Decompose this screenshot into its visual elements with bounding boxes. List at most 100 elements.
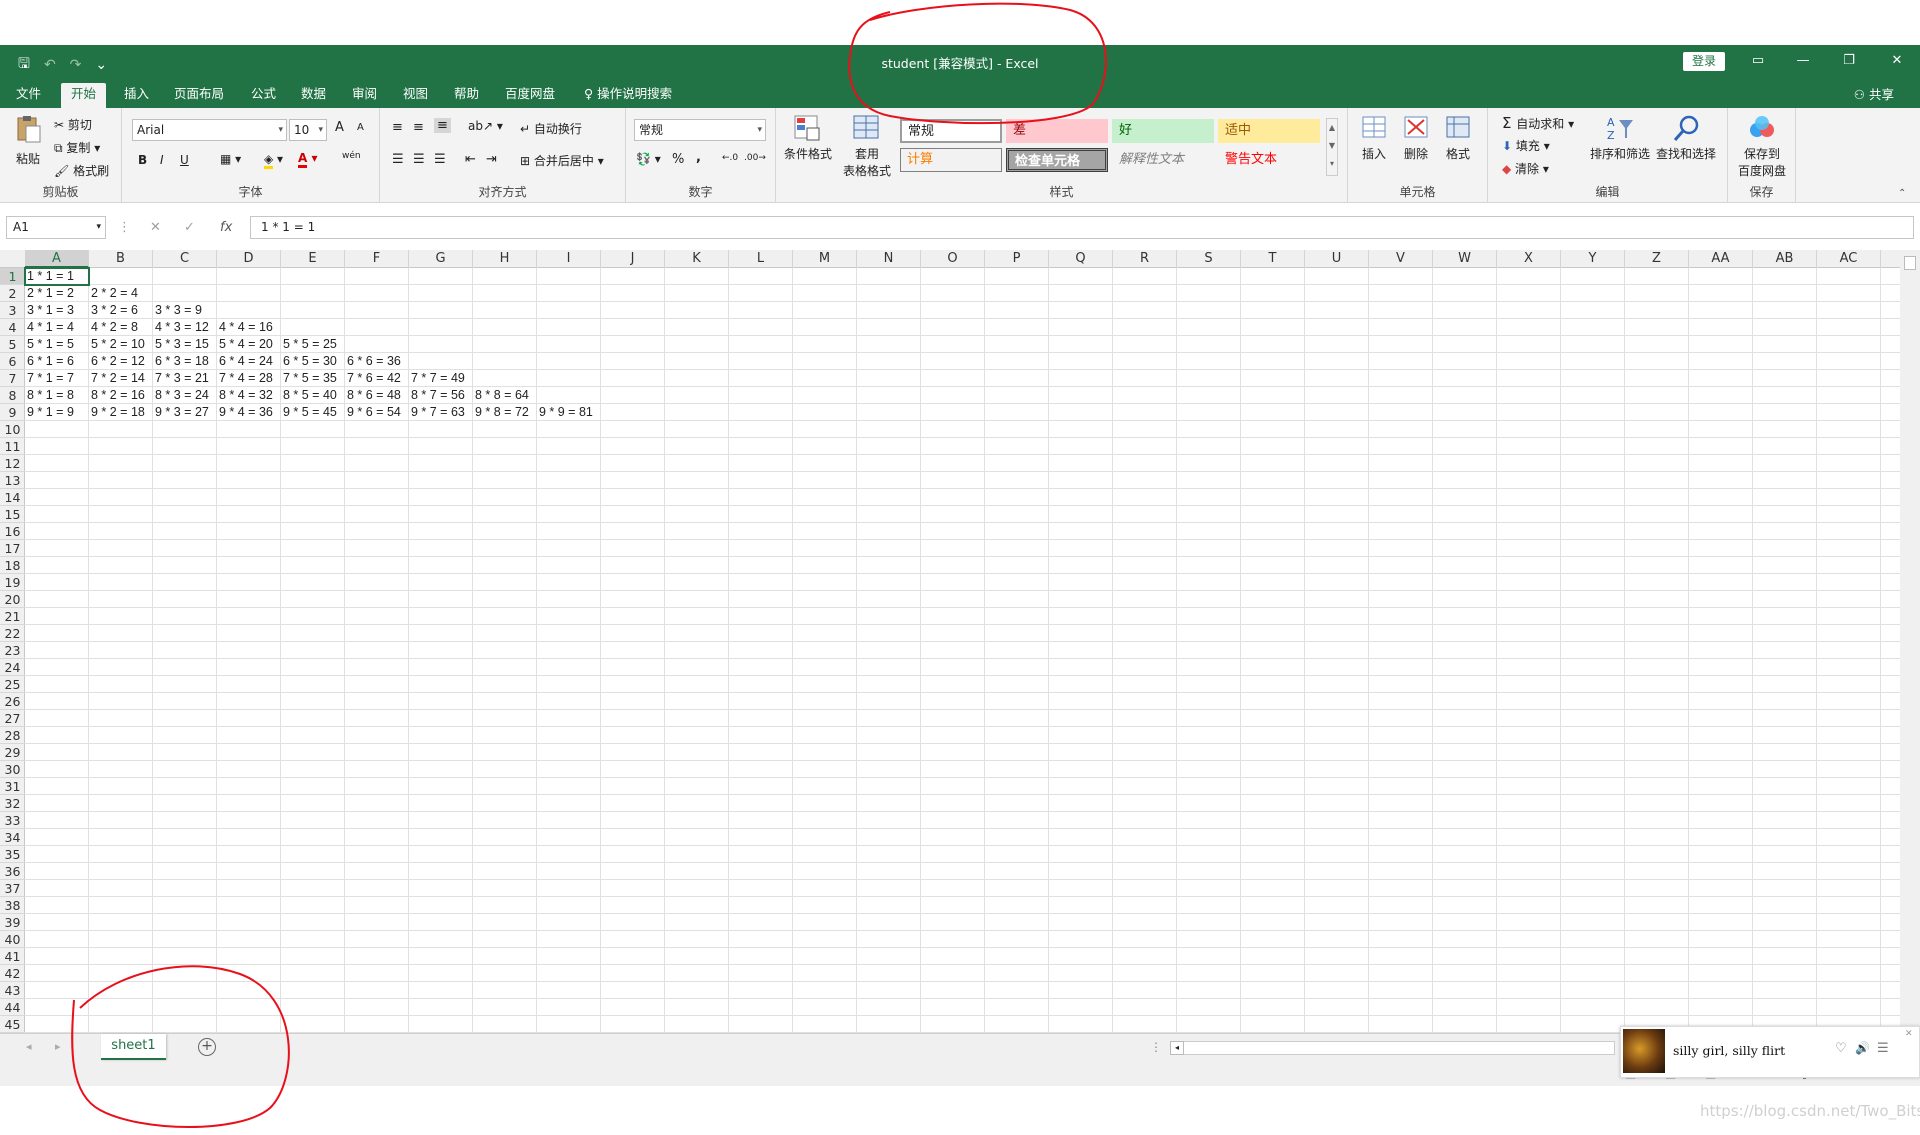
grow-font-button[interactable]: A xyxy=(335,120,344,135)
style-explanatory[interactable]: 解释性文本 xyxy=(1112,148,1214,172)
column-header-k[interactable]: K xyxy=(665,250,729,268)
worksheet-grid[interactable]: A B C D E F G H I J K L M N O P Q R S T U V W X Y Z AA AB AC 1234567… xyxy=(0,250,1900,1033)
column-header-i[interactable]: I xyxy=(537,250,601,268)
cell-b9[interactable]: 9 * 2 = 18 xyxy=(89,404,145,421)
format-painter-button[interactable]: 🖌 格式刷 xyxy=(54,162,109,179)
row-header-22[interactable]: 22 xyxy=(0,625,25,642)
formula-bar-dots-icon[interactable]: ⋮ xyxy=(118,220,131,235)
tab-home[interactable]: 开始 xyxy=(61,83,106,108)
tab-data[interactable]: 数据 xyxy=(295,83,332,108)
cell-b6[interactable]: 6 * 2 = 12 xyxy=(89,353,145,370)
cell-c7[interactable]: 7 * 3 = 21 xyxy=(153,370,209,387)
formula-input[interactable]: 1 * 1 = 1 xyxy=(250,216,1914,239)
row-header-19[interactable]: 19 xyxy=(0,574,25,591)
ribbon-display-icon[interactable]: ▭ xyxy=(1747,51,1769,71)
cell-c5[interactable]: 5 * 3 = 15 xyxy=(153,336,209,353)
cell-c9[interactable]: 9 * 3 = 27 xyxy=(153,404,209,421)
row-header-2[interactable]: 2 xyxy=(0,285,25,302)
column-header-s[interactable]: S xyxy=(1177,250,1241,268)
row-header-36[interactable]: 36 xyxy=(0,863,25,880)
fill-button[interactable]: ⬇ 填充 ▾ xyxy=(1502,137,1550,154)
row-header-30[interactable]: 30 xyxy=(0,761,25,778)
decrease-indent-icon[interactable]: ⇤ xyxy=(465,152,476,167)
increase-indent-icon[interactable]: ⇥ xyxy=(486,152,497,167)
paste-button[interactable] xyxy=(14,114,42,144)
column-header-t[interactable]: T xyxy=(1241,250,1305,268)
cell-c8[interactable]: 8 * 3 = 24 xyxy=(153,387,209,404)
increase-decimal-icon[interactable]: ←.0 xyxy=(722,153,738,163)
insert-function-icon[interactable]: fx xyxy=(220,220,232,235)
cell-a5[interactable]: 5 * 1 = 5 xyxy=(25,336,74,353)
row-header-44[interactable]: 44 xyxy=(0,999,25,1016)
cell-g9[interactable]: 9 * 7 = 63 xyxy=(409,404,465,421)
column-header-q[interactable]: Q xyxy=(1049,250,1113,268)
style-neutral[interactable]: 适中 xyxy=(1218,119,1320,143)
row-header-40[interactable]: 40 xyxy=(0,931,25,948)
cell-e6[interactable]: 6 * 5 = 30 xyxy=(281,353,337,370)
wrap-text-button[interactable]: ↵ 自动换行 xyxy=(520,120,582,137)
cell-c6[interactable]: 6 * 3 = 18 xyxy=(153,353,209,370)
tab-baidu-netdisk[interactable]: 百度网盘 xyxy=(499,83,561,108)
sheet-tab-sheet1[interactable]: sheet1 xyxy=(101,1034,166,1060)
cell-f8[interactable]: 8 * 6 = 48 xyxy=(345,387,401,404)
cell-b3[interactable]: 3 * 2 = 6 xyxy=(89,302,138,319)
decrease-decimal-icon[interactable]: .00→ xyxy=(744,153,766,163)
style-warning[interactable]: 警告文本 xyxy=(1218,148,1320,172)
column-header-y[interactable]: Y xyxy=(1561,250,1625,268)
row-header-5[interactable]: 5 xyxy=(0,336,25,353)
styles-gallery-scroll[interactable]: ▲ ▼ ▾ xyxy=(1326,118,1338,176)
cell-e9[interactable]: 9 * 5 = 45 xyxy=(281,404,337,421)
column-header-z[interactable]: Z xyxy=(1625,250,1689,268)
cancel-icon[interactable]: ✕ xyxy=(150,220,161,235)
column-header-o[interactable]: O xyxy=(921,250,985,268)
style-calculation[interactable]: 计算 xyxy=(900,148,1002,172)
cell-a6[interactable]: 6 * 1 = 6 xyxy=(25,353,74,370)
merge-center-button[interactable]: ⊞ 合并后居中 ▾ xyxy=(520,152,604,169)
cell-a2[interactable]: 2 * 1 = 2 xyxy=(25,285,74,302)
font-size-dropdown[interactable]: 10 xyxy=(289,119,327,141)
column-header-j[interactable]: J xyxy=(601,250,665,268)
row-header-39[interactable]: 39 xyxy=(0,914,25,931)
cell-a7[interactable]: 7 * 1 = 7 xyxy=(25,370,74,387)
cell-b5[interactable]: 5 * 2 = 10 xyxy=(89,336,145,353)
row-header-1[interactable]: 1 xyxy=(0,268,25,285)
row-header-6[interactable]: 6 xyxy=(0,353,25,370)
row-header-18[interactable]: 18 xyxy=(0,557,25,574)
row-header-35[interactable]: 35 xyxy=(0,846,25,863)
column-header-ab[interactable]: AB xyxy=(1753,250,1817,268)
row-header-13[interactable]: 13 xyxy=(0,472,25,489)
font-name-dropdown[interactable]: Arial xyxy=(132,119,287,141)
borders-icon[interactable]: ▦ ▾ xyxy=(220,152,241,166)
row-header-8[interactable]: 8 xyxy=(0,387,25,404)
align-bottom-icon[interactable]: ≡ xyxy=(434,118,451,133)
cell-f9[interactable]: 9 * 6 = 54 xyxy=(345,404,401,421)
cell-a4[interactable]: 4 * 1 = 4 xyxy=(25,319,74,336)
cell-i9[interactable]: 9 * 9 = 81 xyxy=(537,404,593,421)
find-select-button[interactable]: 查找和选择 xyxy=(1654,114,1718,162)
row-header-24[interactable]: 24 xyxy=(0,659,25,676)
format-as-table-button[interactable]: 套用 表格格式 xyxy=(838,114,896,179)
cell-a3[interactable]: 3 * 1 = 3 xyxy=(25,302,74,319)
row-header-15[interactable]: 15 xyxy=(0,506,25,523)
column-header-aa[interactable]: AA xyxy=(1689,250,1753,268)
format-cells-button[interactable]: 格式 xyxy=(1440,114,1476,162)
cell-e8[interactable]: 8 * 5 = 40 xyxy=(281,387,337,404)
clear-button[interactable]: ◆ 清除 ▾ xyxy=(1502,160,1549,177)
row-header-27[interactable]: 27 xyxy=(0,710,25,727)
close-popup-icon[interactable]: ✕ xyxy=(1905,1029,1913,1039)
column-header-g[interactable]: G xyxy=(409,250,473,268)
vertical-scrollbar[interactable] xyxy=(1900,250,1920,1033)
scroll-left-icon[interactable]: ◂ xyxy=(1170,1041,1184,1055)
cell-d7[interactable]: 7 * 4 = 28 xyxy=(217,370,273,387)
row-header-3[interactable]: 3 xyxy=(0,302,25,319)
tab-review[interactable]: 审阅 xyxy=(346,83,383,108)
cell-e5[interactable]: 5 * 5 = 25 xyxy=(281,336,337,353)
cell-f7[interactable]: 7 * 6 = 42 xyxy=(345,370,401,387)
insert-cells-button[interactable]: 插入 xyxy=(1356,114,1392,162)
row-header-4[interactable]: 4 xyxy=(0,319,25,336)
cell-e7[interactable]: 7 * 5 = 35 xyxy=(281,370,337,387)
save-to-baidu-button[interactable]: 保存到 百度网盘 xyxy=(1732,114,1792,179)
style-check-cell[interactable]: 检查单元格 xyxy=(1006,148,1108,172)
copy-button[interactable]: ⧉ 复制 ▾ xyxy=(54,139,100,156)
column-header-b[interactable]: B xyxy=(89,250,153,268)
